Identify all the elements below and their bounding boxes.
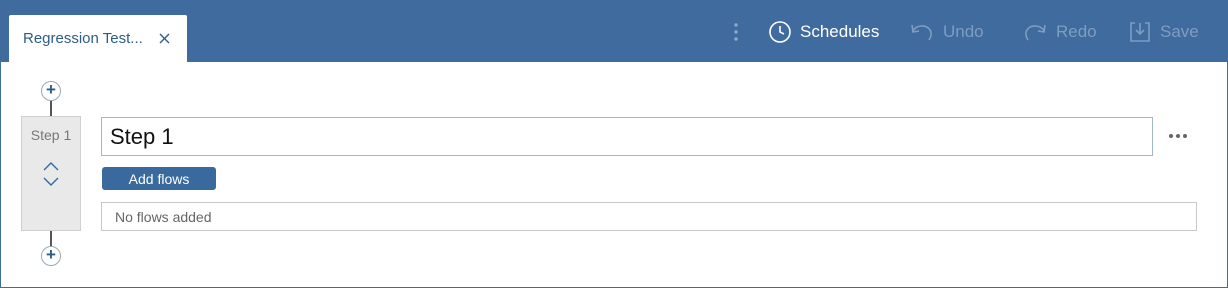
flows-list: No flows added — [101, 202, 1197, 231]
step-name-input[interactable] — [101, 117, 1153, 156]
save-label: Save — [1160, 22, 1199, 41]
vertical-dots-icon[interactable] — [728, 21, 744, 43]
redo-icon — [1025, 24, 1046, 41]
add-step-above-button[interactable]: + — [41, 80, 61, 101]
clock-icon — [769, 21, 791, 43]
close-icon[interactable] — [157, 28, 173, 48]
save-icon — [1130, 22, 1150, 42]
step-card-label: Step 1 — [30, 127, 72, 143]
add-step-below-button[interactable]: + — [41, 245, 61, 266]
rail-connector-top — [50, 100, 52, 117]
undo-button[interactable]: Undo — [909, 17, 984, 47]
schedules-label: Schedules — [800, 22, 880, 41]
undo-label: Undo — [943, 22, 984, 41]
plus-icon: + — [46, 80, 56, 99]
plus-icon: + — [46, 245, 56, 264]
undo-icon — [911, 24, 932, 41]
add-flows-button[interactable]: Add flows — [102, 167, 216, 190]
flows-empty-text: No flows added — [115, 209, 212, 225]
more-options-icon[interactable] — [1165, 125, 1193, 147]
schedules-button[interactable]: Schedules — [768, 17, 879, 47]
reorder-chevrons-icon[interactable] — [42, 161, 60, 187]
save-button[interactable]: Save — [1128, 17, 1199, 47]
step-card[interactable]: Step 1 — [21, 116, 81, 231]
redo-button[interactable]: Redo — [1022, 17, 1097, 47]
redo-label: Redo — [1056, 22, 1097, 41]
top-bar: Regression Test... Schedules Undo Redo S… — [1, 1, 1228, 62]
tab-label: Regression Test... — [23, 30, 143, 47]
tab-regression-test[interactable]: Regression Test... — [9, 15, 187, 62]
test-editor-window: Regression Test... Schedules Undo Redo S… — [0, 0, 1228, 288]
